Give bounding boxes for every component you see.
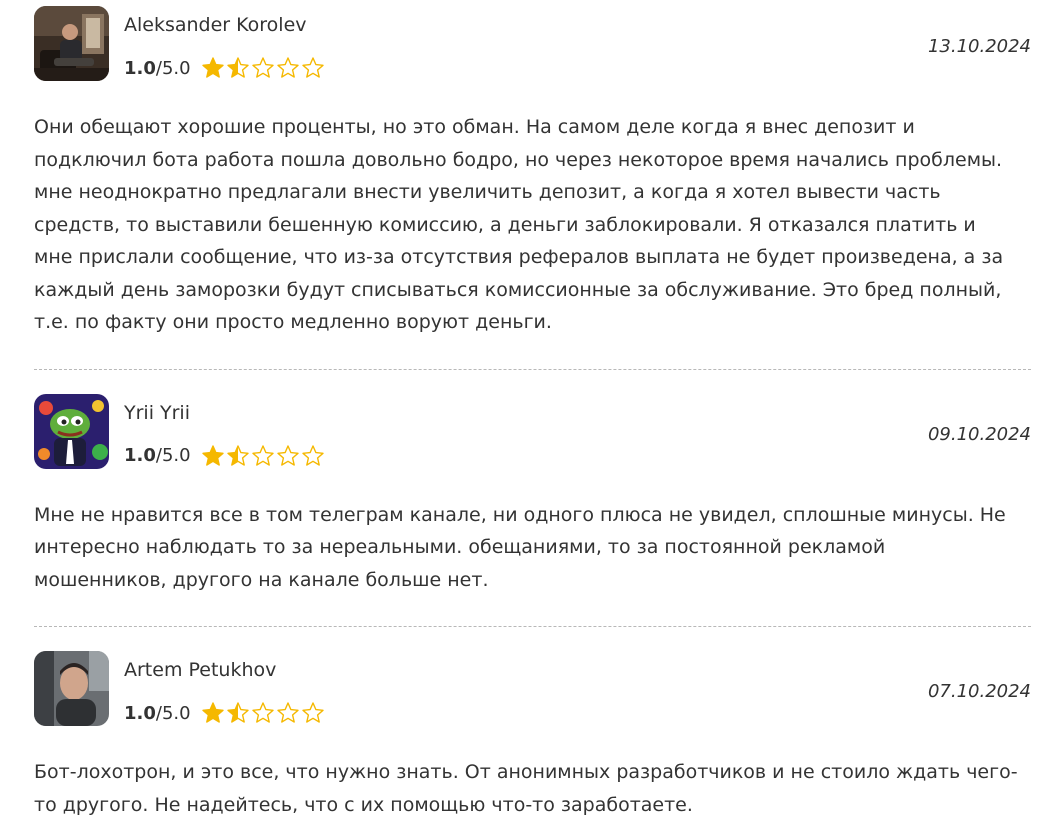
review-item: Yrii Yrii 1.0/5.0 09.10.2024 Мне не нрав… [34, 393, 1031, 597]
star-half-icon [226, 702, 249, 723]
review-text: Бот-лохотрон, и это все, что нужно знать… [34, 761, 1018, 816]
rating-max: /5.0 [155, 445, 191, 466]
review-date: 13.10.2024 [927, 36, 1031, 57]
review-item: Aleksander Korolev 1.0/5.0 13.10.2024 Он… [34, 6, 1031, 339]
star-empty-icon [276, 57, 299, 78]
star-empty-icon [251, 57, 274, 78]
avatar[interactable] [34, 393, 109, 469]
star-empty-icon [276, 702, 299, 723]
review-text: Они обещают хорошие проценты, но это обм… [34, 116, 1004, 333]
author-name: Aleksander Korolev [124, 14, 307, 36]
rating: 1.0/5.0 [124, 701, 325, 725]
star-rating [201, 701, 325, 725]
rating: 1.0/5.0 [124, 444, 325, 468]
star-half-icon [226, 444, 249, 466]
review-item: Artem Petukhov 1.0/5.0 07.10.2024 Бот-ло… [34, 651, 1031, 821]
review-header: Yrii Yrii 1.0/5.0 09.10.2024 [34, 393, 1031, 471]
star-empty-icon [276, 444, 299, 466]
rating-score: 1.0 [124, 702, 156, 724]
author-name: Artem Petukhov [124, 659, 277, 681]
star-rating [201, 444, 325, 468]
star-empty-icon [251, 702, 274, 723]
star-filled-icon [201, 702, 224, 723]
review-text: Мне не нравится все в том телеграм канал… [34, 503, 1006, 591]
star-empty-icon [301, 444, 324, 466]
star-empty-icon [251, 444, 274, 466]
divider [34, 626, 1031, 627]
review-header: Aleksander Korolev 1.0/5.0 13.10.2024 [34, 6, 1031, 83]
avatar[interactable] [34, 6, 109, 81]
author-name: Yrii Yrii [124, 401, 190, 424]
rating: 1.0/5.0 [124, 56, 325, 80]
rating-max: /5.0 [155, 702, 191, 724]
review-date: 07.10.2024 [927, 681, 1031, 702]
review-date: 09.10.2024 [927, 423, 1031, 445]
star-rating [201, 56, 325, 80]
rating-max: /5.0 [155, 57, 191, 79]
star-filled-icon [201, 57, 224, 78]
avatar[interactable] [34, 651, 109, 726]
rating-score: 1.0 [124, 57, 156, 79]
rating-score: 1.0 [124, 445, 156, 466]
review-header: Artem Petukhov 1.0/5.0 07.10.2024 [34, 651, 1031, 728]
divider [34, 368, 1031, 370]
star-empty-icon [301, 702, 324, 723]
star-empty-icon [301, 57, 324, 78]
star-filled-icon [201, 444, 224, 466]
star-half-icon [226, 57, 249, 78]
reviews-list: Aleksander Korolev 1.0/5.0 13.10.2024 Он… [34, 6, 1031, 821]
